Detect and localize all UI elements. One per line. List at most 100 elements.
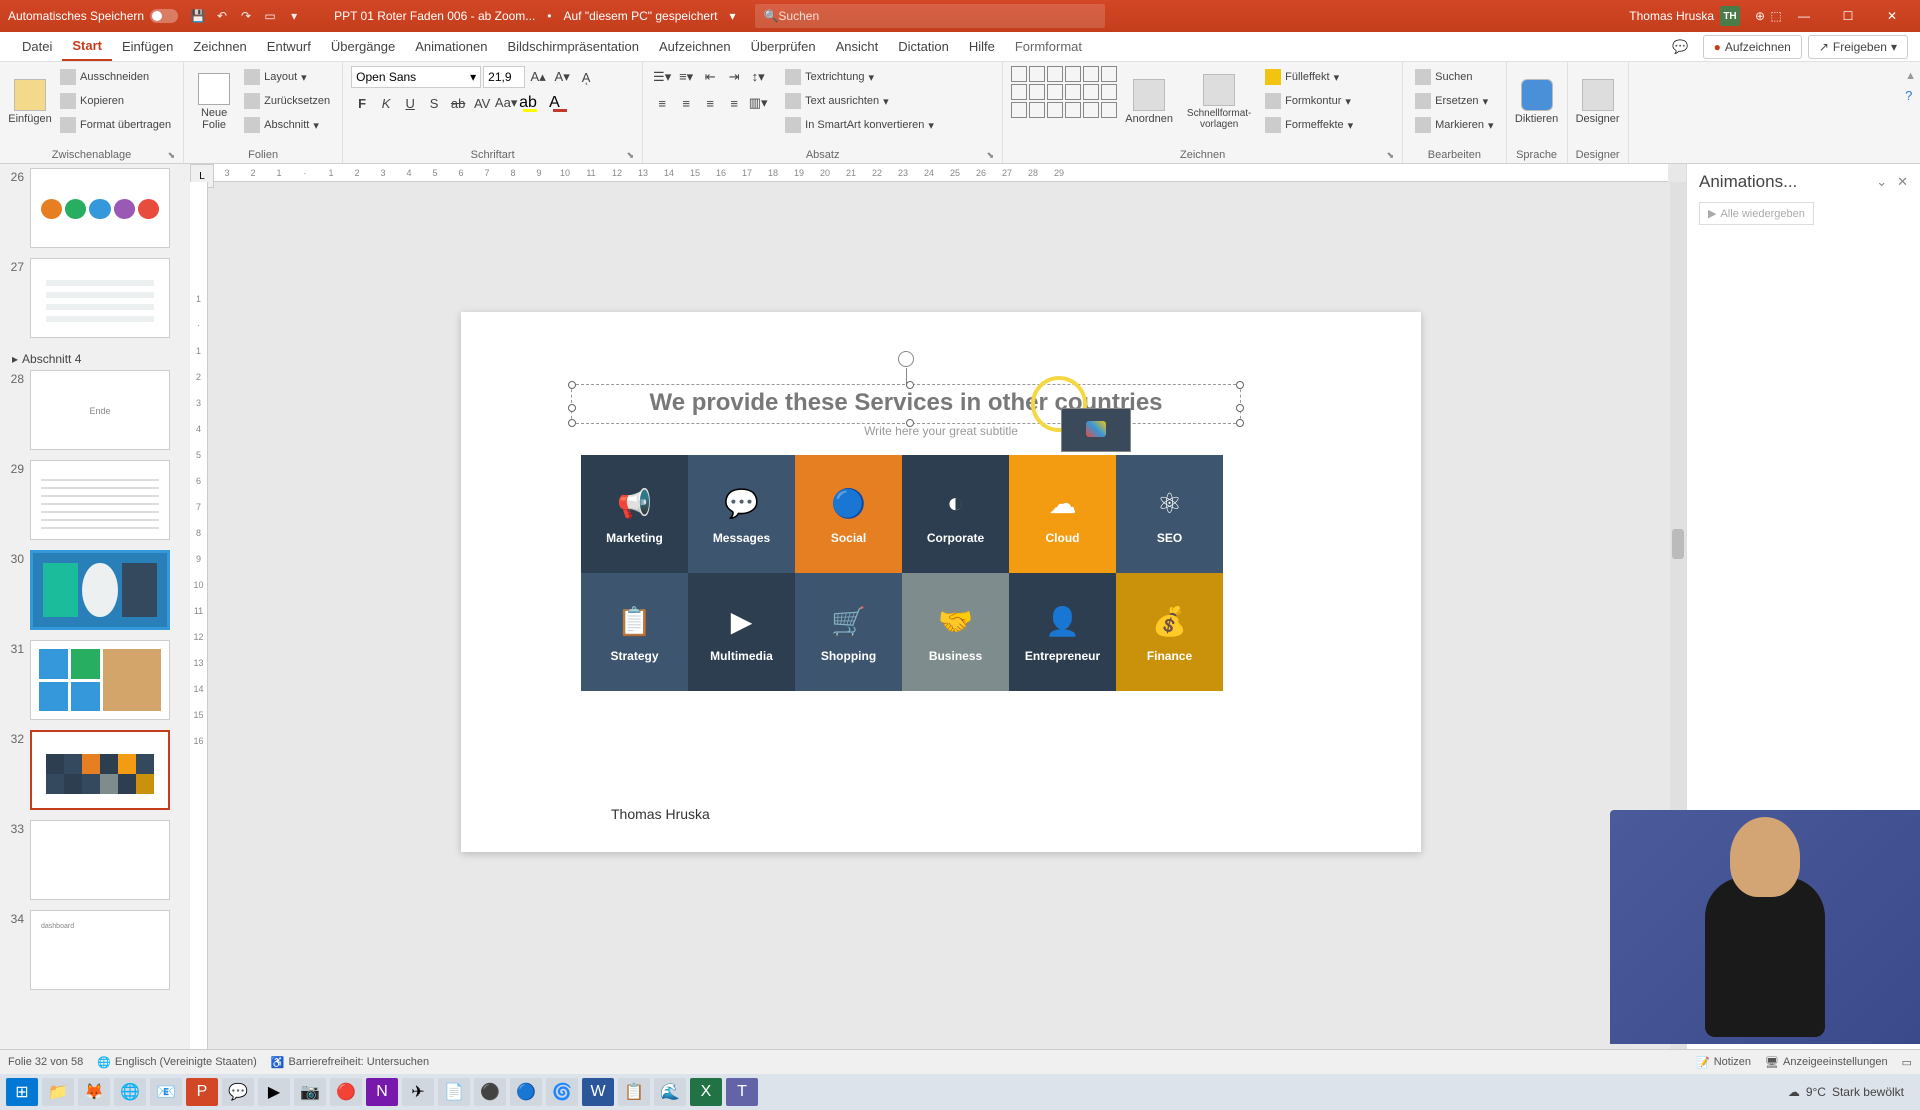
layout-button[interactable]: Layout▾ [240, 66, 334, 88]
shapes-gallery[interactable] [1011, 66, 1117, 118]
case-button[interactable]: Aa▾ [495, 92, 517, 114]
obs-icon[interactable]: ⚫ [474, 1078, 506, 1106]
tab-zeichnen[interactable]: Zeichnen [183, 32, 256, 61]
sync-icon[interactable]: ⊕ [1752, 8, 1768, 24]
tab-dictation[interactable]: Dictation [888, 32, 959, 61]
app-icon-6[interactable]: 🌀 [546, 1078, 578, 1106]
smartart-button[interactable]: In SmartArt konvertieren▾ [781, 114, 938, 136]
tab-start[interactable]: Start [62, 32, 112, 61]
language-status[interactable]: 🌐 Englisch (Vereinigte Staaten) [97, 1056, 257, 1069]
firefox-icon[interactable]: 🦊 [78, 1078, 110, 1106]
horizontal-ruler[interactable]: 321·123456789101112131415161718192021222… [214, 164, 1668, 182]
dictate-button[interactable]: Diktieren [1515, 66, 1559, 138]
line-spacing-button[interactable]: ↕▾ [747, 66, 769, 88]
tab-hilfe[interactable]: Hilfe [959, 32, 1005, 61]
italic-button[interactable]: K [375, 92, 397, 114]
panel-chevron-icon[interactable]: ⌄ [1876, 174, 1887, 190]
panel-help-icon[interactable]: ? [1905, 88, 1916, 103]
thumb-26[interactable] [30, 168, 170, 248]
shape-fill-button[interactable]: Fülleffekt▾ [1261, 66, 1357, 88]
designer-button[interactable]: Designer [1576, 66, 1620, 138]
shadow-button[interactable]: S [423, 92, 445, 114]
justify-button[interactable]: ≡ [723, 92, 745, 114]
reset-button[interactable]: Zurücksetzen [240, 90, 334, 112]
redo-icon[interactable]: ↷ [238, 8, 254, 24]
excel-icon[interactable]: X [690, 1078, 722, 1106]
font-launcher[interactable]: ⬊ [627, 150, 635, 161]
minimize-button[interactable]: — [1784, 4, 1824, 28]
font-name-combo[interactable]: Open Sans▾ [351, 66, 481, 88]
slide-title-text[interactable]: We provide these Services in other count… [572, 385, 1240, 417]
cut-button[interactable]: Ausschneiden [56, 66, 175, 88]
grow-font-button[interactable]: A▴ [527, 66, 549, 88]
bullets-button[interactable]: ☰▾ [651, 66, 673, 88]
replay-all-button[interactable]: ▶ Alle wiedergeben [1699, 202, 1814, 225]
tab-datei[interactable]: Datei [12, 32, 62, 61]
tab-bildschirm[interactable]: Bildschirmpräsentation [497, 32, 649, 61]
indent-inc-button[interactable]: ⇥ [723, 66, 745, 88]
autosave-toggle[interactable] [150, 9, 178, 23]
record-button[interactable]: ●Aufzeichnen [1703, 35, 1802, 59]
clipboard-launcher[interactable]: ⬊ [168, 150, 176, 161]
tab-einfuegen[interactable]: Einfügen [112, 32, 183, 61]
spacing-button[interactable]: AV [471, 92, 493, 114]
indent-dec-button[interactable]: ⇤ [699, 66, 721, 88]
quick-styles-button[interactable]: Schnellformat- vorlagen [1181, 66, 1257, 138]
share-button[interactable]: ↗Freigeben▾ [1808, 35, 1908, 59]
tab-aufzeichnen[interactable]: Aufzeichnen [649, 32, 741, 61]
undo-icon[interactable]: ↶ [214, 8, 230, 24]
shrink-font-button[interactable]: A▾ [551, 66, 573, 88]
vertical-ruler[interactable]: 1·12345678910111213141516 [190, 182, 208, 1049]
thumb-33[interactable] [30, 820, 170, 900]
user-account[interactable]: Thomas Hruska TH [1629, 6, 1740, 26]
align-right-button[interactable]: ≡ [699, 92, 721, 114]
slide-thumbnails[interactable]: 26 27 ▸ Abschnitt 4 28Ende 29 30 31 32 3… [0, 164, 190, 1049]
thumb-30[interactable] [30, 550, 170, 630]
onenote-icon[interactable]: N [366, 1078, 398, 1106]
word-icon[interactable]: W [582, 1078, 614, 1106]
chrome-icon[interactable]: 🌐 [114, 1078, 146, 1106]
app-icon-2[interactable]: 📷 [294, 1078, 326, 1106]
tab-ansicht[interactable]: Ansicht [826, 32, 889, 61]
font-size-combo[interactable]: 21,9 [483, 66, 525, 88]
edge-icon[interactable]: 🌊 [654, 1078, 686, 1106]
save-icon[interactable]: 💾 [190, 8, 206, 24]
align-center-button[interactable]: ≡ [675, 92, 697, 114]
app-icon-3[interactable]: 🔴 [330, 1078, 362, 1106]
clear-format-button[interactable]: Aͅ [575, 66, 597, 88]
shape-effects-button[interactable]: Formeffekte▾ [1261, 114, 1357, 136]
normal-view-button[interactable]: ▭ [1902, 1056, 1912, 1069]
numbering-button[interactable]: ≡▾ [675, 66, 697, 88]
search-box[interactable]: 🔍 [755, 4, 1105, 28]
explorer-icon[interactable]: 📁 [42, 1078, 74, 1106]
comments-icon[interactable]: 💬 [1664, 39, 1696, 55]
select-button[interactable]: Markieren▾ [1411, 114, 1497, 136]
display-settings-button[interactable]: 🖥 Anzeigeeinstellungen [1765, 1056, 1888, 1069]
vlc-icon[interactable]: ▶ [258, 1078, 290, 1106]
thumb-31[interactable] [30, 640, 170, 720]
title-textbox[interactable]: We provide these Services in other count… [571, 384, 1241, 424]
thumb-32[interactable] [30, 730, 170, 810]
shape-outline-button[interactable]: Formkontur▾ [1261, 90, 1357, 112]
tab-formformat[interactable]: Formformat [1005, 32, 1092, 61]
thumb-28[interactable]: Ende [30, 370, 170, 450]
app-icon-4[interactable]: 📄 [438, 1078, 470, 1106]
replace-button[interactable]: Ersetzen▾ [1411, 90, 1497, 112]
section-header[interactable]: ▸ Abschnitt 4 [4, 348, 186, 370]
telegram-icon[interactable]: ✈ [402, 1078, 434, 1106]
section-button[interactable]: Abschnitt▾ [240, 114, 334, 136]
accessibility-status[interactable]: ♿ Barrierefreiheit: Untersuchen [271, 1056, 429, 1069]
present-icon[interactable]: ▭ [262, 8, 278, 24]
bold-button[interactable]: F [351, 92, 373, 114]
weather-widget[interactable]: ☁ 9°C Stark bewölkt [1788, 1085, 1904, 1099]
slide-canvas[interactable]: We provide these Services in other count… [461, 312, 1421, 852]
powerpoint-icon[interactable]: P [186, 1078, 218, 1106]
tab-uebergaenge[interactable]: Übergänge [321, 32, 405, 61]
search-input[interactable] [778, 9, 1097, 23]
more-icon[interactable]: ▾ [286, 8, 302, 24]
ribbon-mode-icon[interactable]: ⬚ [1768, 8, 1784, 24]
underline-button[interactable]: U [399, 92, 421, 114]
font-color-button[interactable]: A [549, 92, 577, 114]
thumb-27[interactable] [30, 258, 170, 338]
new-slide-button[interactable]: Neue Folie [192, 66, 236, 138]
